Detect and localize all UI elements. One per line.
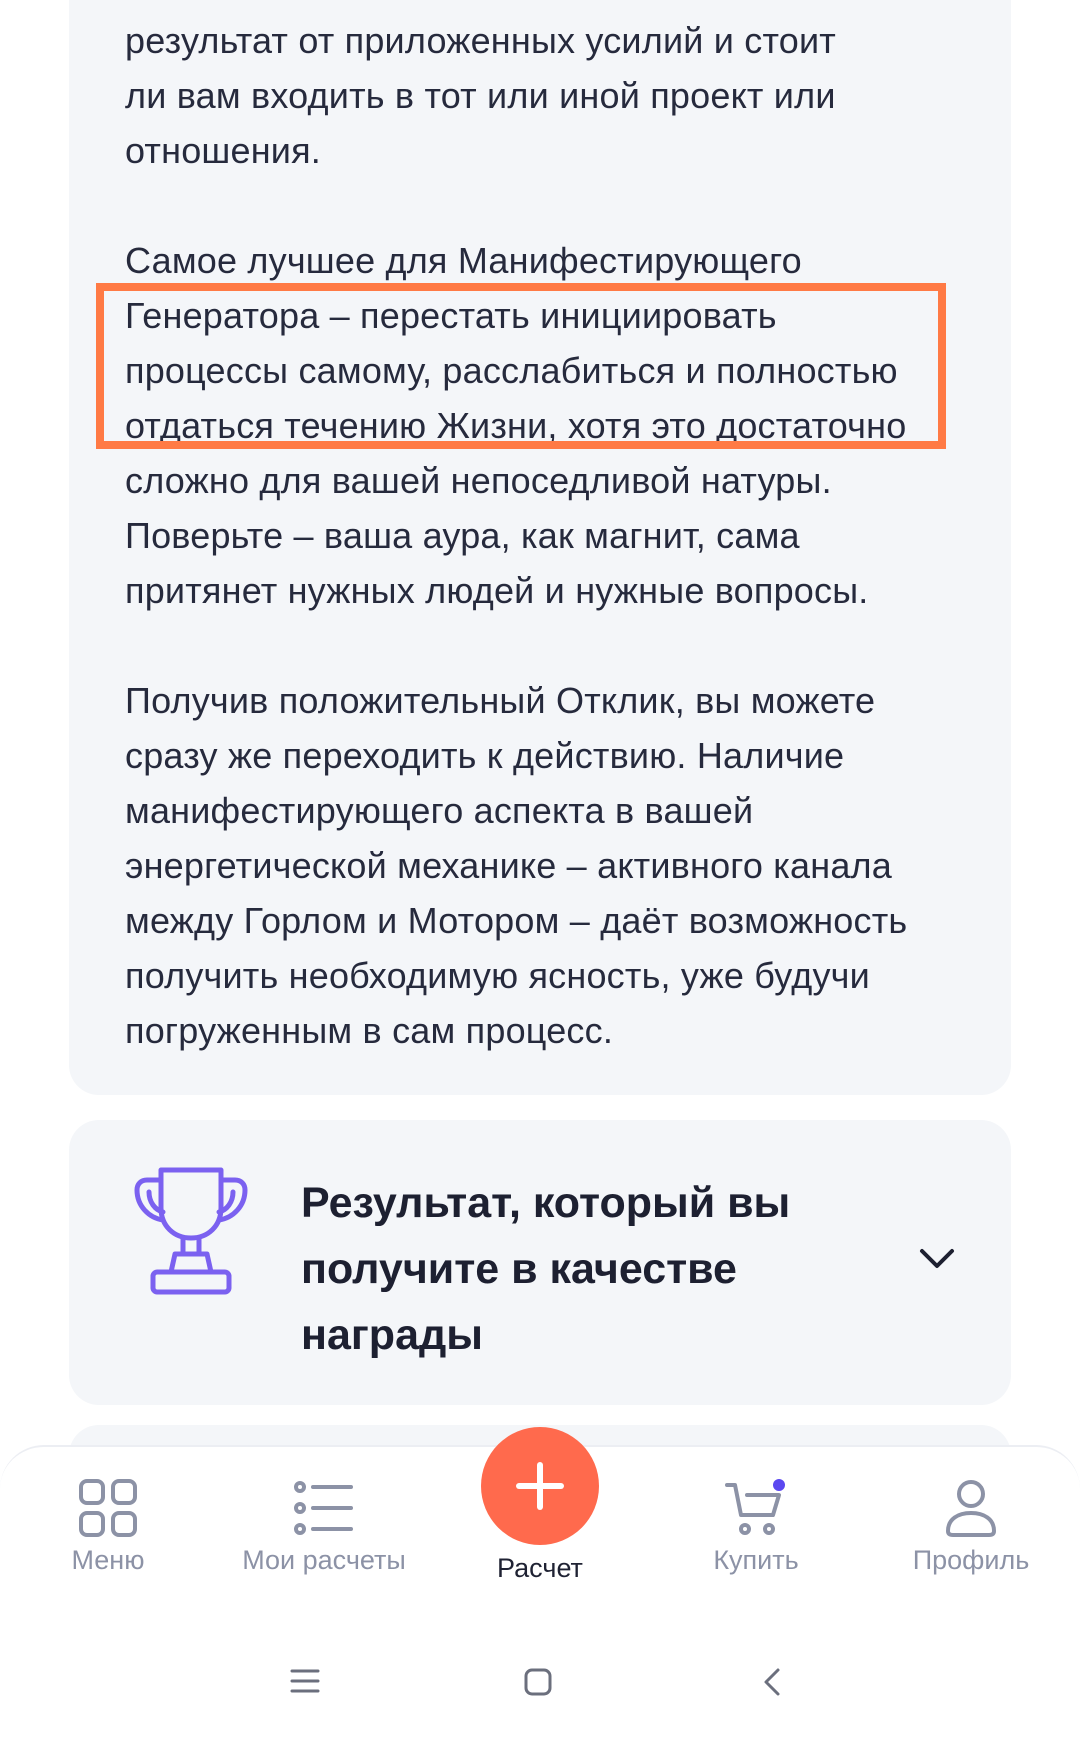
home-icon[interactable] — [523, 1667, 553, 1697]
highlight-annotation-box — [96, 283, 946, 449]
chevron-down-icon[interactable] — [919, 1248, 955, 1270]
text-line: сразу же переходить к действию. Наличие — [125, 735, 845, 776]
system-navigation-bar — [0, 1625, 1080, 1753]
text-line: Самое лучшее для Манифестирующего — [125, 240, 802, 281]
text-line: притянет нужных людей и нужные вопросы. — [125, 570, 869, 611]
nav-item-my-calcs[interactable]: Мои расчеты — [224, 1477, 424, 1576]
nav-item-menu[interactable]: Меню — [8, 1477, 208, 1576]
article-paragraph-1: результат от приложенных усилий и стоит … — [125, 13, 965, 178]
result-section-title: Результат, который вы получите в качеств… — [301, 1179, 791, 1359]
article-card: результат от приложенных усилий и стоит … — [69, 0, 1011, 1095]
text-line: ли вам входить в тот или иной проект или — [125, 75, 836, 116]
trophy-icon — [134, 1167, 248, 1295]
text-line: отношения. — [125, 130, 322, 171]
create-calc-button[interactable] — [481, 1427, 599, 1545]
text-line: манифестирующего аспекта в вашей — [125, 790, 754, 831]
cart-icon — [725, 1479, 785, 1535]
article-paragraph-3: Получив положительный Отклик, вы можете … — [125, 673, 965, 1058]
nav-label-menu: Меню — [71, 1545, 145, 1575]
nav-label-my-calcs: Мои расчеты — [242, 1545, 406, 1575]
nav-label-profile: Профиль — [912, 1545, 1030, 1575]
nav-item-buy[interactable]: Купить — [656, 1477, 856, 1576]
user-icon — [945, 1480, 997, 1537]
nav-label-buy: Купить — [713, 1545, 799, 1575]
result-accordion[interactable]: Результат, который вы получите в качеств… — [69, 1120, 1011, 1405]
text-line: между Горлом и Мотором – даёт возможност… — [125, 900, 908, 941]
recent-apps-icon[interactable] — [290, 1667, 320, 1695]
plus-icon — [516, 1462, 564, 1510]
nav-item-profile[interactable]: Профиль — [871, 1477, 1071, 1576]
nav-item-create[interactable]: Расчет — [440, 1427, 640, 1584]
bottom-navigation: Меню Мои расчеты Расчет Купить Профиль — [0, 1427, 1080, 1627]
text-line: Получив положительный Отклик, вы можете — [125, 680, 876, 721]
nav-label-create: Расчет — [497, 1553, 583, 1583]
text-line: Поверьте – ваша аура, как магнит, сама — [125, 515, 800, 556]
text-line: погруженным в сам процесс. — [125, 1010, 614, 1051]
text-line: получить необходимую ясность, уже будучи — [125, 955, 870, 996]
menu-grid-icon — [79, 1479, 137, 1537]
text-line: энергетической механике – активного кана… — [125, 845, 892, 886]
list-icon — [294, 1481, 353, 1535]
text-line: сложно для вашей непоседливой натуры. — [125, 460, 832, 501]
text-line: результат от приложенных усилий и стоит — [125, 20, 836, 61]
back-icon[interactable] — [762, 1667, 782, 1697]
